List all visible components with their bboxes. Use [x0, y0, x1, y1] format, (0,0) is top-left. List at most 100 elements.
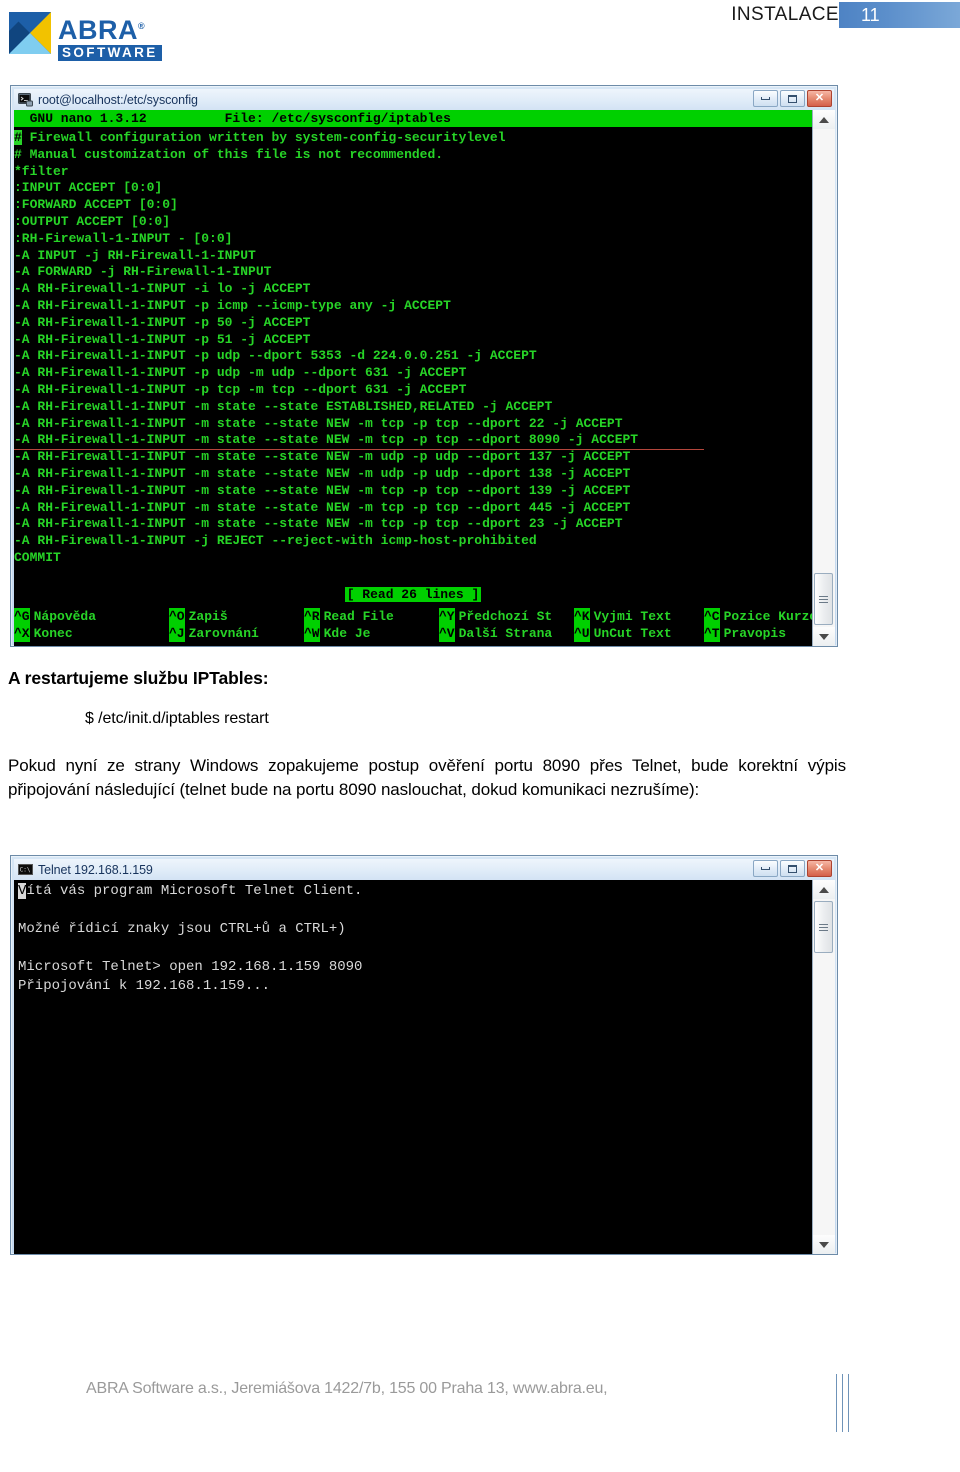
grip-icon	[818, 594, 828, 605]
scrollbar-thumb[interactable]	[813, 573, 833, 625]
telnet-cursor: V	[18, 883, 27, 899]
nano-line: -A INPUT -j RH-Firewall-1-INPUT	[14, 247, 256, 263]
nano-shortcut[interactable]: ^U UnCut Text	[574, 624, 672, 642]
instruction-paragraph: Pokud nyní ze strany Windows zopakujeme …	[8, 756, 846, 799]
telnet-body: Vítá vás program Microsoft Telnet Client…	[14, 880, 835, 1254]
nano-shortcut-key: ^K	[574, 607, 590, 625]
nano-shortcut-row-1: ^G Nápověda ^O Zapiš ^R Read File ^Y Předchozí …	[14, 607, 812, 625]
minimize-button[interactable]	[753, 860, 778, 877]
nano-shortcut-label: Další Strana	[458, 625, 553, 641]
scroll-up-button[interactable]	[812, 880, 835, 899]
terminal-window-controls[interactable]: ✕	[753, 90, 832, 107]
maximize-icon	[788, 864, 797, 873]
nano-line: -A RH-Firewall-1-INPUT -p udp --dport 53…	[14, 348, 537, 364]
telnet-console[interactable]: Vítá vás program Microsoft Telnet Client…	[14, 880, 812, 1254]
section-title: INSTALACE	[731, 4, 839, 25]
svg-text:C:\: C:\	[20, 867, 31, 874]
nano-shortcut[interactable]: ^W Kde Je	[304, 624, 370, 642]
nano-shortcut-key: ^G	[14, 607, 30, 625]
nano-shortcut[interactable]: ^G Nápověda	[14, 607, 96, 625]
nano-line: -A RH-Firewall-1-INPUT -j REJECT --rejec…	[14, 533, 537, 549]
nano-status-bar: [ Read 26 lines ]	[14, 585, 812, 602]
nano-shortcut[interactable]: ^R Read File	[304, 607, 394, 625]
nano-line: *filter	[14, 163, 69, 179]
nano-line: -A RH-Firewall-1-INPUT -p 51 -j ACCEPT	[14, 331, 311, 347]
terminal-window-title: root@localhost:/etc/sysconfig	[38, 92, 198, 107]
scrollbar-track[interactable]	[812, 899, 835, 1235]
nano-shortcut[interactable]: ^V Další Strana	[439, 624, 553, 642]
nano-shortcut[interactable]: ^J Zarovnání	[169, 624, 259, 642]
terminal-body: GNU nano 1.3.12 File: /etc/sysconfig/ipt…	[14, 110, 835, 646]
terminal-scrollbar[interactable]	[812, 110, 835, 646]
nano-line: -A RH-Firewall-1-INPUT -p udp -m udp --d…	[14, 365, 467, 381]
nano-line: -A RH-Firewall-1-INPUT -m state --state …	[14, 482, 631, 498]
nano-shortcut[interactable]: ^T Pravopis	[704, 624, 787, 642]
page-number-badge: 11	[839, 2, 960, 28]
terminal-icon	[18, 92, 33, 107]
nano-line: -A RH-Firewall-1-INPUT -m state --state …	[14, 432, 812, 450]
nano-cursor: #	[14, 130, 22, 145]
nano-shortcut-key: ^O	[169, 607, 185, 625]
scroll-down-button[interactable]	[812, 1235, 835, 1254]
nano-line: -A RH-Firewall-1-INPUT -i lo -j ACCEPT	[14, 281, 311, 297]
nano-shortcut-key: ^W	[304, 624, 320, 642]
scrollbar-thumb[interactable]	[813, 901, 833, 953]
telnet-line: Možné řídicí znaky jsou CTRL+ů a CTRL+)	[18, 921, 346, 937]
nano-line: -A RH-Firewall-1-INPUT -m state --state …	[14, 449, 631, 465]
nano-shortcut-label: Zarovnání	[188, 625, 259, 641]
scroll-up-button[interactable]	[812, 110, 835, 129]
footer-address: ABRA Software a.s., Jeremiášova 1422/7b,…	[86, 1380, 608, 1397]
nano-shortcut-label: Vyjmi Text	[593, 608, 672, 624]
telnet-window-controls[interactable]: ✕	[753, 860, 832, 877]
terminal-window[interactable]: root@localhost:/etc/sysconfig ✕ GNU nano…	[10, 85, 838, 647]
nano-shortcut[interactable]: ^CPozice Kurzoru	[704, 607, 812, 625]
maximize-icon	[788, 94, 797, 103]
nano-text-area[interactable]: # Firewall configuration written by syst…	[14, 127, 812, 567]
abra-software-wordmark: SOFTWARE	[58, 45, 162, 61]
nano-line: -A RH-Firewall-1-INPUT -m state --state …	[14, 516, 623, 532]
chevron-down-icon	[818, 1241, 829, 1248]
nano-shortcut-key: ^V	[439, 624, 455, 642]
nano-status-text: [ Read 26 lines ]	[344, 586, 482, 602]
nano-line: # Manual customization of this file is n…	[14, 146, 444, 162]
nano-shortcut-label: Zapiš	[188, 608, 228, 624]
nano-editor[interactable]: GNU nano 1.3.12 File: /etc/sysconfig/ipt…	[14, 110, 812, 646]
close-button[interactable]: ✕	[807, 90, 832, 107]
nano-shortcut-key: ^J	[169, 624, 185, 642]
close-button[interactable]: ✕	[807, 860, 832, 877]
grip-icon	[818, 922, 828, 933]
nano-shortcut-key: ^T	[704, 624, 720, 642]
maximize-button[interactable]	[780, 860, 805, 877]
nano-shortcut[interactable]: ^Y Předchozí St	[439, 607, 553, 625]
telnet-line: Připojování k 192.168.1.159...	[18, 978, 271, 994]
nano-shortcut-label: Pravopis	[723, 625, 787, 641]
nano-shortcut-label: Pozice Kurzoru	[723, 608, 812, 624]
abra-logo-mark-icon	[8, 11, 52, 55]
terminal-titlebar[interactable]: root@localhost:/etc/sysconfig ✕	[14, 89, 834, 110]
nano-line: :OUTPUT ACCEPT [0:0]	[14, 213, 171, 229]
chevron-up-icon	[818, 116, 829, 123]
nano-line: -A RH-Firewall-1-INPUT -p icmp --icmp-ty…	[14, 297, 451, 313]
nano-shortcut[interactable]: ^X Konec	[14, 624, 73, 642]
telnet-line: Microsoft Telnet> open 192.168.1.159 809…	[18, 959, 363, 975]
telnet-line	[18, 939, 812, 958]
nano-line: -A RH-Firewall-1-INPUT -m state --state …	[14, 415, 623, 431]
minimize-button[interactable]	[753, 90, 778, 107]
telnet-titlebar[interactable]: C:\ Telnet 192.168.1.159 ✕	[14, 859, 834, 880]
nano-shortcut[interactable]: ^O Zapiš	[169, 607, 228, 625]
telnet-window[interactable]: C:\ Telnet 192.168.1.159 ✕ Vítá vás prog…	[10, 855, 838, 1255]
nano-shortcut-bar: ^G Nápověda ^O Zapiš ^R Read File ^Y Předchozí …	[14, 607, 812, 642]
nano-shortcut-key: ^R	[304, 607, 320, 625]
scroll-down-button[interactable]	[812, 627, 835, 646]
maximize-button[interactable]	[780, 90, 805, 107]
nano-shortcut-label: Konec	[33, 625, 73, 641]
chevron-down-icon	[818, 633, 829, 640]
telnet-scrollbar[interactable]	[812, 880, 835, 1254]
nano-line: COMMIT	[14, 549, 61, 565]
nano-line: :RH-Firewall-1-INPUT - [0:0]	[14, 230, 233, 246]
scrollbar-track[interactable]	[812, 129, 835, 627]
nano-shortcut-row-2: ^X Konec ^J Zarovnání ^W Kde Je ^V Další Strana…	[14, 624, 812, 642]
nano-shortcut-label: Předchozí St	[458, 608, 553, 624]
telnet-output: Vítá vás program Microsoft Telnet Client…	[14, 880, 812, 996]
nano-shortcut[interactable]: ^K Vyjmi Text	[574, 607, 672, 625]
